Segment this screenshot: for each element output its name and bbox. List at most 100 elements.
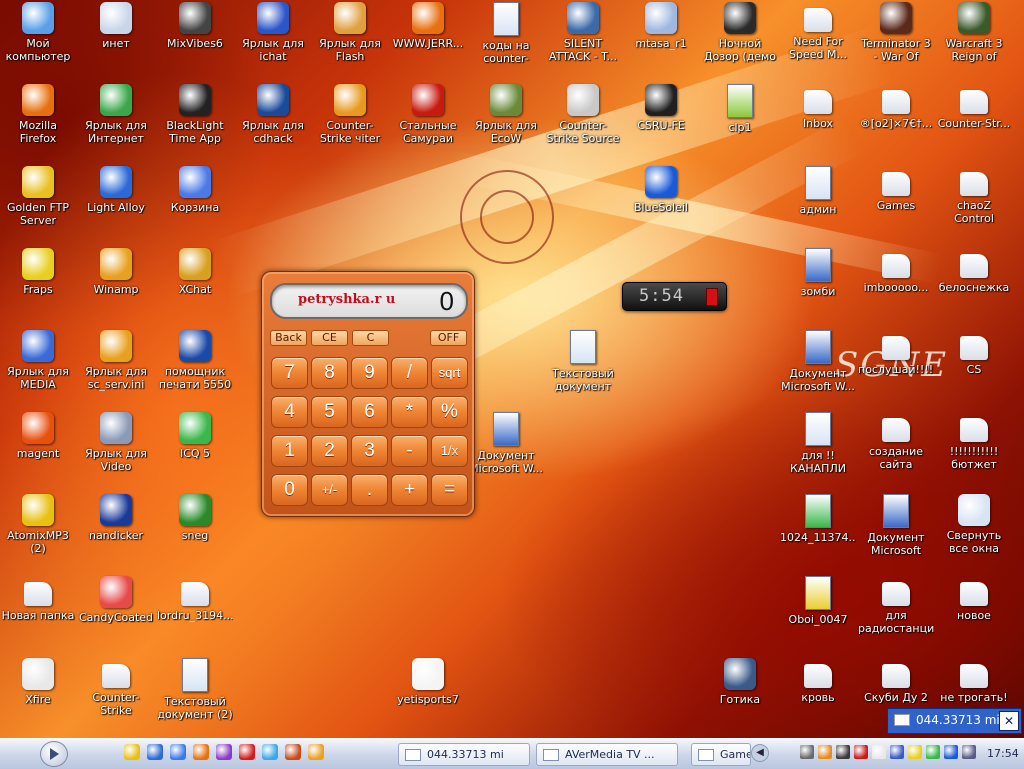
desktop-icon[interactable]: magent [0, 412, 76, 460]
desktop-icon[interactable]: AtomixMP3 (2) [0, 494, 76, 555]
calc-off-button[interactable]: OFF [430, 330, 467, 346]
tray-10-icon[interactable] [962, 745, 976, 759]
tray-2-icon[interactable] [818, 745, 832, 759]
desktop-icon[interactable]: Terminator 3 - War Of The... [858, 2, 934, 64]
light-alloy-icon[interactable] [170, 744, 186, 760]
desktop-icon[interactable]: BlackLight Time App [157, 84, 233, 145]
desktop-icon[interactable]: imbooooo... [858, 248, 934, 294]
desktop-icon[interactable]: Golden FTP Server [0, 166, 76, 227]
desktop-icon[interactable]: Готика [702, 658, 778, 706]
desktop-icon[interactable]: Mozilla Firefox [0, 84, 76, 145]
calc-negate-button[interactable]: +/- [311, 474, 348, 506]
winamp-icon[interactable] [308, 744, 324, 760]
mini-progress-window[interactable]: 044.33713 mi ✕ [887, 708, 1022, 734]
mail-icon[interactable] [262, 744, 278, 760]
desktop-icon[interactable]: nandicker [78, 494, 154, 542]
desktop-icon[interactable]: Counter-Str... [936, 84, 1012, 130]
desktop-icon[interactable]: Ярлык для sc_serv.ini [78, 330, 154, 391]
desktop-icon[interactable]: clp1 [702, 84, 778, 134]
desktop-icon[interactable]: коды на counter-straik [468, 2, 544, 66]
desktop-icon[interactable]: ICQ 5 [157, 412, 233, 460]
calc-digit-4-button[interactable]: 4 [271, 396, 308, 428]
desktop-icon[interactable]: Ярлык для Video [78, 412, 154, 473]
desktop-icon[interactable]: Inbox [780, 84, 856, 130]
calc-digit-9-button[interactable]: 9 [351, 357, 388, 389]
media-player-icon[interactable] [147, 744, 163, 760]
desktop-icon[interactable]: для !! КАНАПЛИ [780, 412, 856, 475]
opera-icon[interactable] [239, 744, 255, 760]
desktop-icon[interactable]: CandyCoated [78, 576, 154, 624]
tray-3-icon[interactable] [836, 745, 850, 759]
desktop-icon[interactable]: Новая папка [0, 576, 76, 622]
desktop-icon[interactable]: зомби [780, 248, 856, 298]
calc-digit-7-button[interactable]: 7 [271, 357, 308, 389]
desktop-icon[interactable]: Warcraft 3 Reign of Chaos [936, 2, 1012, 64]
start-button[interactable] [40, 741, 68, 767]
desktop-icon[interactable]: Документ Microsoft Word [858, 494, 934, 558]
desktop-icon[interactable]: Games [858, 166, 934, 212]
game-icon[interactable] [285, 744, 301, 760]
calc-decimal-button[interactable]: . [351, 474, 388, 506]
desktop-icon[interactable]: MixVibes6 [157, 2, 233, 50]
desktop-icon[interactable]: WWW.JERR... [390, 2, 466, 50]
calc-digit-2-button[interactable]: 2 [311, 435, 348, 467]
calc-digit-1-button[interactable]: 1 [271, 435, 308, 467]
desktop-icon[interactable]: Light Alloy [78, 166, 154, 214]
desktop-icon[interactable]: Текстовый документ [545, 330, 621, 393]
desktop-icon[interactable]: Корзина [157, 166, 233, 214]
desktop-icon[interactable]: Текстовый документ (2) [157, 658, 233, 721]
desktop-icon[interactable]: Ярлык для Flash Мульты [312, 2, 388, 64]
desktop-icon[interactable]: Мой компьютер [0, 2, 76, 63]
desktop-icon[interactable]: 1024_11374... [780, 494, 856, 544]
atomix-icon[interactable] [124, 744, 140, 760]
desktop-icon[interactable]: послушай!!!!!! [858, 330, 934, 376]
calc-digit-3-button[interactable]: 3 [351, 435, 388, 467]
calc-back-button[interactable]: Back [270, 330, 307, 346]
desktop-icon[interactable]: инет [78, 2, 154, 50]
clock-widget[interactable]: 5:54 [622, 282, 727, 311]
desktop-icon[interactable]: SILENT ATTACK - T... [545, 2, 621, 63]
desktop-icon[interactable]: Ярлык для ichat [235, 2, 311, 63]
desktop-icon[interactable]: Counter-Strike Source [545, 84, 621, 145]
desktop-icon[interactable]: CS [936, 330, 1012, 376]
task-button[interactable]: 044.33713 mi [398, 743, 530, 766]
desktop-icon[interactable]: Ярлык для EcoW [468, 84, 544, 145]
desktop-icon[interactable]: Свернуть все окна [936, 494, 1012, 555]
calc-equals-button[interactable]: = [431, 474, 468, 506]
calc-digit-6-button[interactable]: 6 [351, 396, 388, 428]
desktop-icon[interactable]: Ярлык для Интернет [78, 84, 154, 145]
tray-6-icon[interactable] [890, 745, 904, 759]
desktop-icon[interactable]: Fraps [0, 248, 76, 296]
desktop-icon[interactable]: админ [780, 166, 856, 216]
desktop-icon[interactable]: Winamp [78, 248, 154, 296]
calc-percent-button[interactable]: % [431, 396, 468, 428]
desktop-icon[interactable]: Ярлык для MEDIA [0, 330, 76, 391]
desktop-icon[interactable]: создание сайта [858, 412, 934, 471]
chevron-left-icon[interactable]: ◀ [751, 744, 769, 762]
desktop-icon[interactable]: CSRU-FE [623, 84, 699, 132]
tray-9-icon[interactable] [944, 745, 958, 759]
desktop-icon[interactable]: белоснежка [936, 248, 1012, 294]
tray-7-icon[interactable] [908, 745, 922, 759]
desktop-icon[interactable]: lordru_3194... [157, 576, 233, 622]
calc-multiply-button[interactable]: * [391, 396, 428, 428]
calc-digit-5-button[interactable]: 5 [311, 396, 348, 428]
task-button[interactable]: AVerMedia TV ... [536, 743, 678, 766]
close-icon[interactable]: ✕ [999, 711, 1019, 731]
desktop-icon[interactable]: новое [936, 576, 1012, 622]
calc-c-button[interactable]: C [352, 330, 389, 346]
desktop-icon[interactable]: помощник печати 5550 [157, 330, 233, 391]
rar-icon[interactable] [216, 744, 232, 760]
calc-ce-button[interactable]: CE [311, 330, 348, 346]
desktop-icon[interactable]: Xfire [0, 658, 76, 706]
tray-5-icon[interactable] [872, 745, 886, 759]
calc-digit-0-button[interactable]: 0 [271, 474, 308, 506]
calc-digit-8-button[interactable]: 8 [311, 357, 348, 389]
tray-4-icon[interactable] [854, 745, 868, 759]
desktop-icon[interactable]: для радиостанции [858, 576, 934, 635]
desktop-icon[interactable]: Стальные Самураи [390, 84, 466, 145]
calc-minus-button[interactable]: - [391, 435, 428, 467]
calc-plus-button[interactable]: + [391, 474, 428, 506]
calculator-widget[interactable]: petryshka.r u 0 Back CE C OFF 7 8 9/sqrt 4 5… [261, 271, 475, 517]
desktop-icon[interactable]: Скуби Ду 2 [858, 658, 934, 704]
